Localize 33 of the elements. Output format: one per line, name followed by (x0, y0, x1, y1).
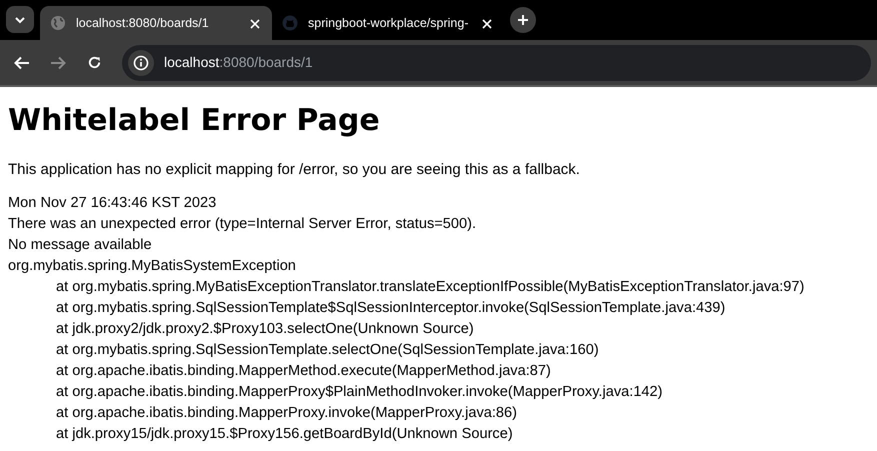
stack-trace-line: at org.apache.ibatis.binding.MapperMethod.execute(MapperMethod.java:87) (55, 362, 551, 381)
stack-trace-line: at org.apache.ibatis.binding.MapperProxy$PlainMethodInvoker.invoke(MapperProxy.java:142) (55, 383, 663, 402)
address-bar[interactable]: localhost:8080/boards/1 (122, 44, 871, 80)
error-detail-line: No message available (8, 236, 152, 255)
stack-trace-line: at org.apache.ibatis.binding.MapperProxy.invoke(MapperProxy.java:86) (55, 404, 518, 423)
caret-icon (14, 16, 26, 24)
stack-trace-line: at org.mybatis.spring.SqlSessionTemplate.selectOne(SqlSessionTemplate.java:160) (55, 341, 599, 360)
forward-arrow-icon (50, 56, 66, 70)
close-icon (250, 18, 260, 29)
back-arrow-icon (14, 56, 30, 70)
stack-trace-line: at org.mybatis.spring.MyBatisExceptionTranslator.translateExceptionIfPossible(MyBatisExceptionTranslator.java:97) (55, 278, 804, 297)
reload-icon (86, 55, 102, 70)
site-info-button[interactable] (128, 50, 154, 76)
intro-text: This application has no explicit mapping for /error, so you are seeing this as a fallback. (8, 160, 581, 180)
stack-trace-line: at jdk.proxy15/jdk.proxy15.$Proxy156.getBoardById(Unknown Source) (55, 425, 513, 444)
stack-trace-line: at org.mybatis.spring.SqlSessionTemplate$SqlSessionInterceptor.invoke(SqlSessionTemplate.java:439) (55, 299, 726, 318)
error-detail-line: There was an unexpected error (type=Internal Server Error, status=500). (8, 215, 476, 234)
close-icon (482, 18, 492, 29)
url-text: localhost:8080/boards/1 (164, 53, 313, 72)
tab-title: springboot-workplace/spring- (308, 14, 470, 32)
page-heading: Whitelabel Error Page (8, 102, 381, 140)
new-tab-button[interactable] (510, 7, 536, 33)
browser-tab[interactable]: localhost:8080/boards/1 (40, 6, 272, 40)
plus-icon (517, 14, 529, 26)
tab-title: localhost:8080/boards/1 (76, 14, 210, 32)
info-icon (133, 54, 149, 70)
browser-tab[interactable]: springboot-workplace/spring- (272, 6, 504, 40)
globe-icon (50, 15, 66, 31)
stack-trace-line: at jdk.proxy2/jdk.proxy2.$Proxy103.selectOne(Unknown Source) (55, 320, 474, 339)
error-detail-line: org.mybatis.spring.MyBatisSystemException (8, 257, 296, 276)
cat-silhouette-icon (282, 15, 298, 31)
tab-search-button[interactable] (6, 6, 34, 33)
error-detail-line: Mon Nov 27 16:43:46 KST 2023 (8, 194, 216, 213)
